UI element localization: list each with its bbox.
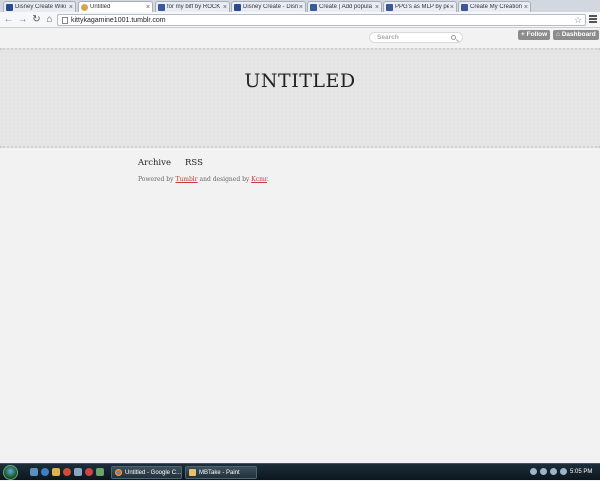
url-text: kittykagamine1001.tumblr.com [71, 17, 166, 24]
archive-link[interactable]: Archive [138, 158, 171, 168]
back-arrow-icon[interactable]: ← [3, 14, 14, 25]
tab-close-icon[interactable]: × [223, 4, 227, 11]
taskbar-item-paint[interactable]: MBTake - Paint [185, 466, 257, 479]
dashboard-button[interactable]: ⌂ Dashboard [553, 30, 599, 40]
tab-close-icon[interactable]: × [524, 4, 528, 11]
tab-label: Disney Create Wiki [15, 4, 67, 10]
windows-taskbar: Untitled - Google C... MBTake - Paint 5:… [0, 463, 600, 480]
page-viewport: Search + Follow ⌂ Dashboard UNTITLED Arc… [0, 29, 600, 463]
system-tray [530, 468, 567, 475]
page-icon [62, 17, 68, 24]
clock[interactable]: 5:05 PM [570, 464, 592, 481]
home-icon[interactable]: ⌂ [44, 14, 55, 25]
reload-icon[interactable]: ↻ [31, 14, 42, 25]
search-icon[interactable] [451, 35, 456, 40]
tab-close-icon[interactable]: × [375, 4, 379, 11]
tab-close-icon[interactable]: × [69, 4, 73, 11]
deviantart-favicon-icon [310, 3, 317, 11]
tab-create-add-popular[interactable]: Create | Add popula × [307, 1, 382, 12]
browser-toolbar: ← → ↻ ⌂ kittykagamine1001.tumblr.com ☆ [0, 12, 600, 28]
tray-icon[interactable] [560, 468, 567, 475]
volume-icon[interactable] [550, 468, 557, 475]
chrome-icon [115, 469, 122, 476]
tab-close-icon[interactable]: × [299, 4, 303, 11]
internet-explorer-icon[interactable] [41, 468, 49, 476]
deviantart-favicon-icon [386, 3, 393, 11]
tab-label: Disney Create - Disn [243, 4, 298, 10]
blog-header: UNTITLED [0, 48, 600, 148]
tab-for-my-biff[interactable]: for my biff by ROCK × [155, 1, 230, 12]
cat-favicon-icon [81, 3, 88, 11]
follow-button[interactable]: + Follow [518, 30, 551, 40]
tab-label: Untitled [90, 4, 111, 10]
tab-label: Create My Creation [470, 4, 523, 10]
rss-link[interactable]: RSS [185, 158, 203, 168]
show-desktop-icon[interactable] [30, 468, 38, 476]
menu-icon[interactable] [589, 15, 597, 24]
deviantart-favicon-icon [158, 3, 165, 11]
credit-suffix: . [266, 176, 269, 183]
tumblr-link[interactable]: Tumblr [175, 176, 197, 183]
search-input[interactable]: Search [369, 32, 463, 43]
taskbar-item-chrome[interactable]: Untitled - Google C... [111, 466, 182, 479]
credit-prefix: Powered by [138, 176, 176, 183]
task-label: MBTake - Paint [199, 469, 240, 476]
blog-nav: Archive RSS [138, 158, 203, 168]
disney-favicon-icon [234, 3, 241, 11]
designer-link[interactable]: Kcmr [251, 176, 267, 183]
address-bar[interactable]: kittykagamine1001.tumblr.com ☆ [57, 14, 586, 26]
chrome-quicklaunch-icon[interactable] [85, 468, 93, 476]
deviantart-favicon-icon [461, 3, 468, 11]
network-icon[interactable] [540, 468, 547, 475]
browser-tab-strip: Disney Create Wiki × Untitled × for my b… [0, 0, 600, 12]
tab-close-icon[interactable]: × [146, 4, 150, 11]
tab-untitled[interactable]: Untitled × [78, 1, 153, 12]
tab-create-my-creation[interactable]: Create My Creation × [458, 1, 531, 12]
quicklaunch-icon[interactable] [96, 468, 104, 476]
disney-favicon-icon [6, 3, 13, 11]
tab-ppgs-as-mlp[interactable]: PPG's as MLP by pe × [383, 1, 457, 12]
tumblr-controls: Search + Follow ⌂ Dashboard [0, 29, 600, 47]
tab-disney-create[interactable]: Disney Create - Disn × [231, 1, 306, 12]
start-button[interactable] [3, 465, 18, 480]
credit-middle: and designed by [197, 176, 252, 183]
tab-label: PPG's as MLP by pe [395, 4, 449, 10]
footer-credit: Powered by Tumblr and designed by Kcmr. [138, 176, 269, 183]
media-player-icon[interactable] [63, 468, 71, 476]
paint-icon [189, 469, 196, 476]
tray-icon[interactable] [530, 468, 537, 475]
folder-icon[interactable] [52, 468, 60, 476]
forward-arrow-icon[interactable]: → [17, 14, 28, 25]
tab-label: Create | Add popula [319, 4, 372, 10]
tab-label: for my biff by ROCK [167, 4, 221, 10]
tab-disney-create-wiki[interactable]: Disney Create Wiki × [3, 1, 76, 12]
task-label: Untitled - Google C... [125, 469, 182, 476]
tab-close-icon[interactable]: × [450, 4, 454, 11]
blog-title[interactable]: UNTITLED [0, 70, 600, 92]
bookmark-star-icon[interactable]: ☆ [574, 15, 582, 26]
quicklaunch-icon[interactable] [74, 468, 82, 476]
search-placeholder: Search [377, 34, 399, 41]
